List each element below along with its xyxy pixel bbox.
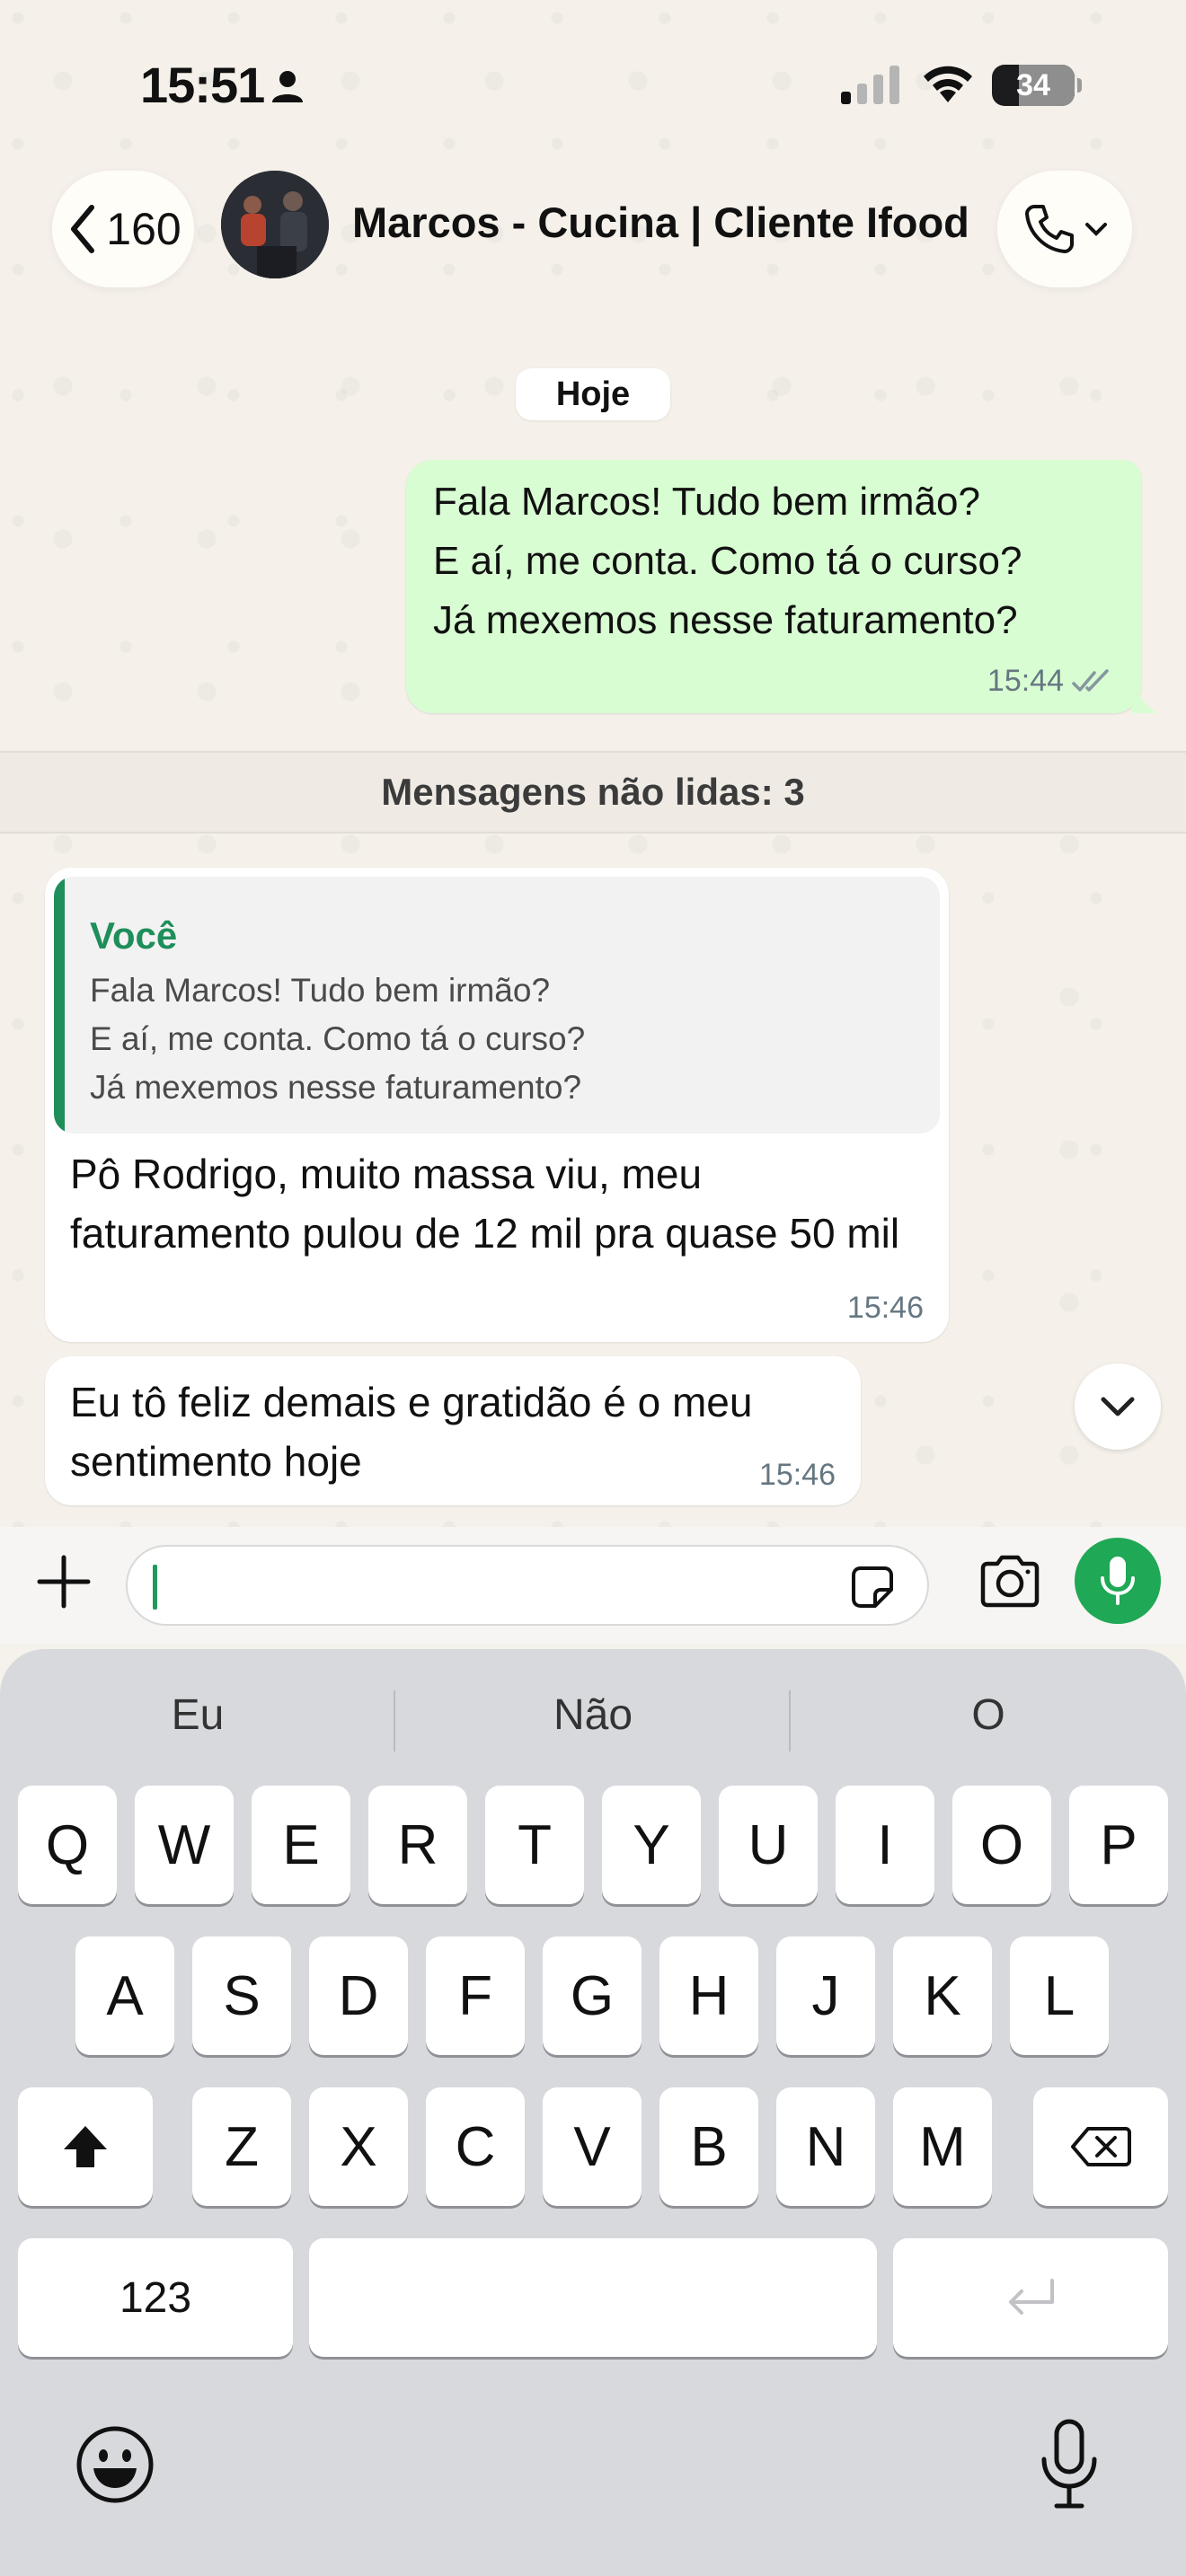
- message-text: Fala Marcos! Tudo bem irmão? E aí, me co…: [433, 472, 1022, 650]
- unread-messages-divider: Mensagens não lidas: 3: [0, 751, 1186, 834]
- shift-key[interactable]: [18, 2087, 153, 2206]
- suggestion-item[interactable]: Não: [395, 1667, 791, 1762]
- message-meta: 15:44: [987, 664, 1114, 699]
- key[interactable]: G: [543, 1936, 642, 2055]
- chevron-down-icon: [1101, 1397, 1135, 1416]
- call-button[interactable]: [997, 171, 1132, 287]
- microphone-icon: [1101, 1557, 1135, 1605]
- keyboard: Eu Não O Q W E R T Y U I O P A S D F G H…: [0, 1649, 1186, 2576]
- avatar-photo: [221, 171, 329, 278]
- message-line: Fala Marcos! Tudo bem irmão?: [433, 480, 980, 524]
- key[interactable]: E: [252, 1786, 350, 1904]
- key[interactable]: T: [485, 1786, 584, 1904]
- voice-message-button[interactable]: [1075, 1538, 1161, 1624]
- quote-text: Fala Marcos! Tudo bem irmão? E aí, me co…: [90, 966, 585, 1112]
- message-input-bar: [0, 1527, 1186, 1644]
- bubble-tail: [1132, 690, 1157, 713]
- battery-indicator: 34: [992, 65, 1082, 106]
- key[interactable]: A: [75, 1936, 174, 2055]
- key[interactable]: U: [719, 1786, 818, 1904]
- key[interactable]: C: [426, 2087, 525, 2206]
- key[interactable]: M: [893, 2087, 992, 2206]
- key[interactable]: J: [776, 1936, 875, 2055]
- battery-level: 34: [1016, 67, 1050, 102]
- key[interactable]: R: [368, 1786, 467, 1904]
- incoming-message[interactable]: Você Fala Marcos! Tudo bem irmão? E aí, …: [45, 868, 949, 1342]
- key[interactable]: S: [192, 1936, 291, 2055]
- key[interactable]: K: [893, 1936, 992, 2055]
- message-time: 15:46: [846, 1291, 924, 1325]
- space-key[interactable]: [309, 2238, 877, 2357]
- dictation-microphone-icon[interactable]: [1033, 2418, 1105, 2511]
- contact-name[interactable]: Marcos - Cucina | Cliente Ifood: [352, 198, 969, 247]
- wifi-icon: [924, 66, 972, 102]
- key[interactable]: I: [836, 1786, 934, 1904]
- key[interactable]: F: [426, 1936, 525, 2055]
- chevron-down-icon: [1085, 223, 1107, 236]
- key[interactable]: L: [1010, 1936, 1109, 2055]
- message-text: Pô Rodrigo, muito massa viu, meu faturam…: [70, 1151, 900, 1257]
- backspace-icon: [1071, 2127, 1131, 2166]
- key[interactable]: Y: [602, 1786, 701, 1904]
- back-button[interactable]: 160: [52, 171, 194, 287]
- message-time: 15:44: [987, 664, 1064, 698]
- quote-author: Você: [90, 914, 178, 957]
- return-icon: [1009, 2279, 1054, 2315]
- double-check-icon: [1072, 668, 1109, 692]
- suggestion-item[interactable]: O: [791, 1667, 1186, 1762]
- quote-line: E aí, me conta. Como tá o curso?: [90, 1020, 586, 1057]
- key[interactable]: B: [659, 2087, 758, 2206]
- sticker-icon[interactable]: [846, 1561, 898, 1613]
- suggestion-bar: Eu Não O: [0, 1667, 1186, 1762]
- quote-line: Já mexemos nesse faturamento?: [90, 1069, 582, 1106]
- status-time: 15:51: [140, 57, 265, 113]
- key[interactable]: Q: [18, 1786, 117, 1904]
- text-caret: [153, 1565, 157, 1610]
- message-input[interactable]: [126, 1545, 929, 1626]
- key[interactable]: P: [1069, 1786, 1168, 1904]
- key[interactable]: V: [543, 2087, 642, 2206]
- shift-icon: [64, 2126, 107, 2167]
- key[interactable]: D: [309, 1936, 408, 2055]
- key[interactable]: Z: [192, 2087, 291, 2206]
- message-text: Eu tô feliz demais e gratidão é o meu se…: [70, 1379, 753, 1485]
- quote-line: Fala Marcos! Tudo bem irmão?: [90, 972, 551, 1009]
- camera-icon[interactable]: [978, 1552, 1042, 1610]
- status-bar: 15:51 34: [0, 0, 1186, 162]
- phone-icon: [1025, 205, 1074, 253]
- return-key[interactable]: [893, 2238, 1168, 2357]
- outgoing-message[interactable]: Fala Marcos! Tudo bem irmão? E aí, me co…: [406, 460, 1141, 713]
- avatar[interactable]: [221, 171, 329, 278]
- suggestion-item[interactable]: Eu: [0, 1667, 395, 1762]
- person-icon: [272, 71, 303, 102]
- date-chip: Hoje: [516, 368, 670, 420]
- backspace-key[interactable]: [1033, 2087, 1168, 2206]
- emoji-icon[interactable]: [72, 2422, 158, 2508]
- message-time: 15:46: [758, 1458, 836, 1492]
- key[interactable]: O: [952, 1786, 1051, 1904]
- message-line: E aí, me conta. Como tá o curso?: [433, 539, 1022, 583]
- chevron-left-icon: [71, 205, 95, 253]
- key[interactable]: X: [309, 2087, 408, 2206]
- numbers-key[interactable]: 123: [18, 2238, 293, 2357]
- cellular-signal-icon: [841, 66, 899, 104]
- key[interactable]: N: [776, 2087, 875, 2206]
- incoming-message[interactable]: Eu tô feliz demais e gratidão é o meu se…: [45, 1356, 861, 1505]
- message-line: Já mexemos nesse faturamento?: [433, 598, 1018, 642]
- quoted-reply[interactable]: Você Fala Marcos! Tudo bem irmão? E aí, …: [54, 877, 940, 1134]
- key[interactable]: H: [659, 1936, 758, 2055]
- key[interactable]: W: [135, 1786, 234, 1904]
- unread-chats-count: 160: [106, 204, 181, 254]
- scroll-to-bottom-button[interactable]: [1075, 1363, 1161, 1450]
- plus-icon[interactable]: [34, 1552, 93, 1611]
- chat-header: 160 Marcos - Cucina | Cliente Ifood: [0, 162, 1186, 296]
